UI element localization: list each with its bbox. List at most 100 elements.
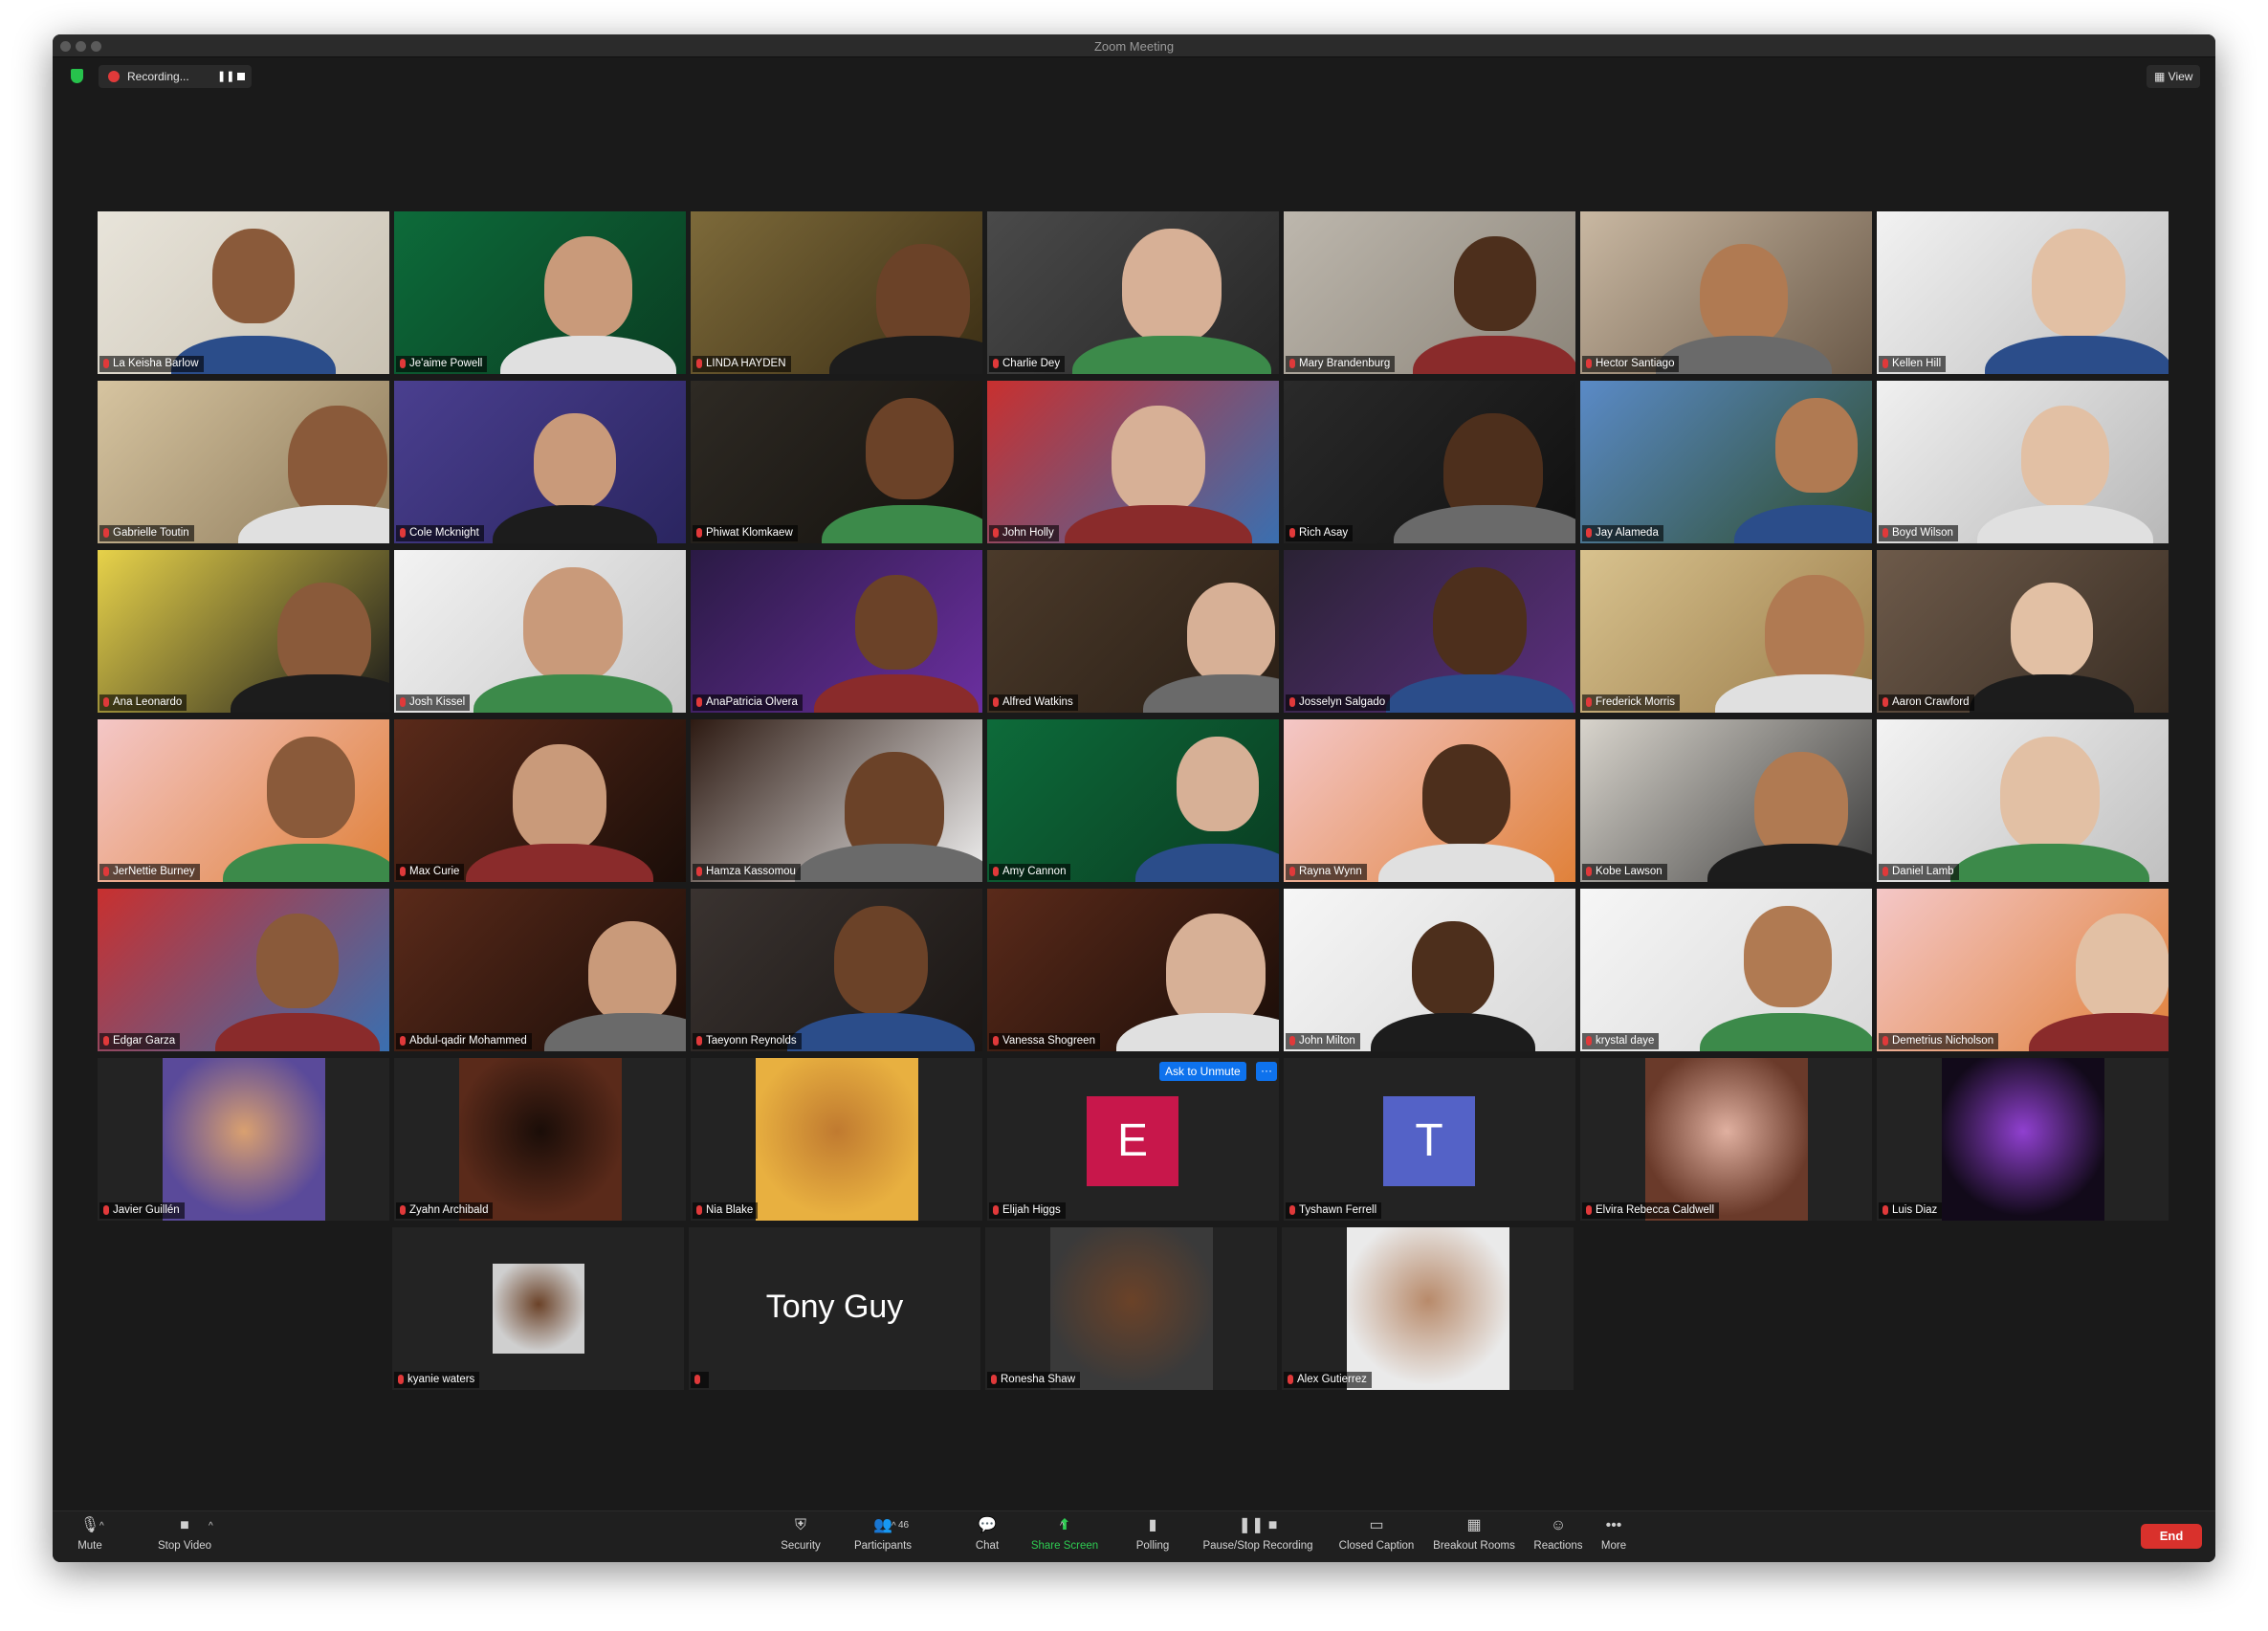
more-button[interactable]: ••• More	[1595, 1517, 1633, 1552]
participant-video-tile[interactable]: Ronesha Shaw	[985, 1227, 1277, 1390]
participant-video-tile[interactable]: krystal daye	[1580, 889, 1872, 1051]
participant-video-tile[interactable]: John Holly	[987, 381, 1279, 543]
participant-video-tile[interactable]: Charlie Dey	[987, 211, 1279, 374]
participant-name: Boyd Wilson	[1892, 527, 1953, 539]
closed-caption-button[interactable]: ▭ Closed Caption	[1332, 1517, 1420, 1552]
participant-shoulders	[1065, 505, 1252, 543]
participant-video-tile[interactable]: Boyd Wilson	[1877, 381, 2169, 543]
participant-shoulders	[795, 844, 982, 882]
participant-name-label: JerNettie Burney	[99, 864, 200, 880]
view-button[interactable]: ▦ View	[2147, 65, 2200, 88]
polling-button[interactable]: ▮ Polling	[1132, 1517, 1174, 1552]
video-feed	[98, 211, 389, 374]
participant-video-tile[interactable]: Cole Mcknight	[394, 381, 686, 543]
video-options-chevron-icon[interactable]: ^	[209, 1521, 213, 1532]
participant-video-tile[interactable]: Josselyn Salgado	[1284, 550, 1575, 713]
participant-video-tile[interactable]: Amy Cannon	[987, 719, 1279, 882]
encryption-shield-icon[interactable]	[71, 69, 83, 83]
security-button[interactable]: ⛨ Security	[772, 1517, 829, 1552]
participant-video-tile[interactable]: JerNettie Burney	[98, 719, 389, 882]
participant-name-label: Elvira Rebecca Caldwell	[1582, 1202, 1719, 1219]
chat-label: Chat	[975, 1540, 1000, 1552]
participant-video-tile[interactable]: kyanie waters	[392, 1227, 684, 1390]
participant-shoulders	[1707, 844, 1872, 882]
participant-video-tile[interactable]: Josh Kissel	[394, 550, 686, 713]
muted-microphone-icon	[398, 1375, 404, 1384]
participant-video-tile[interactable]: T Tyshawn Ferrell	[1284, 1058, 1575, 1221]
participant-video-tile[interactable]: Rayna Wynn	[1284, 719, 1575, 882]
video-feed	[691, 889, 982, 1051]
participant-video-tile[interactable]: Hector Santiago	[1580, 211, 1872, 374]
muted-microphone-icon	[103, 697, 109, 707]
video-feed	[394, 211, 686, 374]
participant-video-tile[interactable]: Frederick Morris	[1580, 550, 1872, 713]
participant-video-tile[interactable]: Phiwat Klomkaew	[691, 381, 982, 543]
participant-name: Ana Leonardo	[113, 696, 183, 708]
participant-video-tile[interactable]: Jay Alameda	[1580, 381, 1872, 543]
participant-video-tile[interactable]: Alex Gutierrez	[1282, 1227, 1574, 1390]
participant-name-label: Javier Guillén	[99, 1202, 185, 1219]
participant-name: Nia Blake	[706, 1204, 754, 1216]
muted-microphone-icon	[400, 528, 406, 538]
participant-video-tile[interactable]: Ana Leonardo	[98, 550, 389, 713]
tile-more-options-button[interactable]: ···	[1256, 1062, 1277, 1081]
participant-video-tile[interactable]: Zyahn Archibald	[394, 1058, 686, 1221]
participant-video-tile[interactable]: Max Curie	[394, 719, 686, 882]
participant-video-tile[interactable]: Gabrielle Toutin	[98, 381, 389, 543]
more-dots-icon: •••	[1605, 1517, 1622, 1533]
participant-name-label: Abdul-qadir Mohammed	[396, 1033, 532, 1049]
participant-face	[834, 906, 928, 1014]
participant-video-tile[interactable]: Daniel Lamb	[1877, 719, 2169, 882]
stop-recording-icon[interactable]	[237, 73, 245, 80]
participant-video-tile[interactable]: Je'aime Powell	[394, 211, 686, 374]
participant-video-tile[interactable]: Alfred Watkins	[987, 550, 1279, 713]
pause-icon[interactable]: ❚❚	[217, 70, 234, 82]
participant-video-tile[interactable]: Kellen Hill	[1877, 211, 2169, 374]
participant-face	[256, 914, 339, 1008]
participant-video-tile[interactable]: Rich Asay	[1284, 381, 1575, 543]
video-feed	[691, 550, 982, 713]
participant-video-tile[interactable]: Elvira Rebecca Caldwell	[1580, 1058, 1872, 1221]
participant-video-tile[interactable]: AnaPatricia Olvera	[691, 550, 982, 713]
participant-name: Taeyonn Reynolds	[706, 1035, 797, 1047]
participant-video-tile[interactable]: Kobe Lawson	[1580, 719, 1872, 882]
video-feed	[1284, 889, 1575, 1051]
participant-video-tile[interactable]: Hamza Kassomou	[691, 719, 982, 882]
end-meeting-button[interactable]: End	[2141, 1524, 2202, 1549]
participant-name-label: Aaron Crawford	[1879, 694, 1974, 711]
participant-name-label: Luis Diaz	[1879, 1202, 1943, 1219]
participant-video-tile[interactable]: E Ask to Unmute ··· Elijah Higgs	[987, 1058, 1279, 1221]
participant-video-tile[interactable]: Abdul-qadir Mohammed	[394, 889, 686, 1051]
audio-options-chevron-icon[interactable]: ^	[99, 1521, 104, 1532]
participant-video-tile[interactable]: Luis Diaz	[1877, 1058, 2169, 1221]
share-options-chevron-icon[interactable]: ^	[1060, 1521, 1065, 1532]
participant-video-tile[interactable]: Mary Brandenburg	[1284, 211, 1575, 374]
breakout-rooms-button[interactable]: ▦ Breakout Rooms	[1428, 1517, 1520, 1552]
participant-name: Charlie Dey	[1002, 358, 1061, 369]
share-screen-button[interactable]: ⬆ Share Screen	[1026, 1517, 1103, 1552]
muted-microphone-icon	[400, 1036, 406, 1046]
ask-to-unmute-button[interactable]: Ask to Unmute	[1159, 1062, 1246, 1081]
participant-video-tile[interactable]: Edgar Garza	[98, 889, 389, 1051]
participant-name-label: Edgar Garza	[99, 1033, 181, 1049]
participant-video-tile[interactable]: Aaron Crawford	[1877, 550, 2169, 713]
pause-stop-recording-button[interactable]: ❚❚ ■ Pause/Stop Recording	[1196, 1517, 1320, 1552]
view-label: View	[2168, 70, 2193, 83]
participant-video-tile[interactable]: Javier Guillén	[98, 1058, 389, 1221]
participant-shoulders	[1656, 336, 1832, 374]
video-feed	[1580, 1058, 1872, 1221]
participant-video-tile[interactable]: John Milton	[1284, 889, 1575, 1051]
participant-video-tile[interactable]: Taeyonn Reynolds	[691, 889, 982, 1051]
participant-video-tile[interactable]: Demetrius Nicholson	[1877, 889, 2169, 1051]
participant-video-tile[interactable]: Nia Blake	[691, 1058, 982, 1221]
reactions-button[interactable]: ☺ Reactions	[1530, 1517, 1587, 1552]
participant-video-tile[interactable]: Vanessa Shogreen	[987, 889, 1279, 1051]
participant-name-label: Charlie Dey	[989, 356, 1066, 372]
participants-chevron-icon[interactable]: ^	[892, 1521, 896, 1532]
participant-video-tile[interactable]: La Keisha Barlow	[98, 211, 389, 374]
chat-button[interactable]: 💬 Chat	[973, 1517, 1002, 1552]
participant-photo	[1049, 1227, 1213, 1390]
participant-video-tile[interactable]: LINDA HAYDEN	[691, 211, 982, 374]
participant-video-tile[interactable]: Tony Guy	[689, 1227, 980, 1390]
participant-shoulders	[1734, 505, 1872, 543]
